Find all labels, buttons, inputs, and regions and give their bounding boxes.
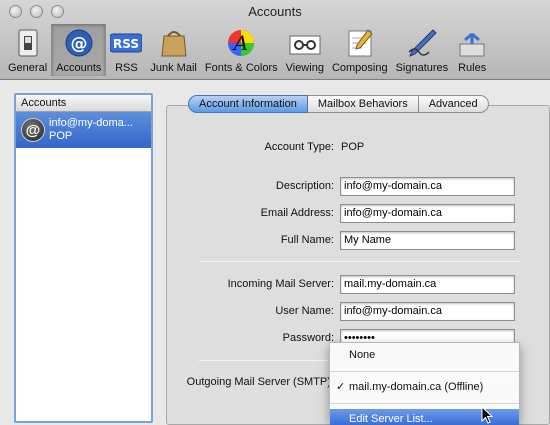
password-label: Password:: [282, 332, 334, 344]
toolbar-general[interactable]: General: [4, 24, 51, 76]
description-field[interactable]: info@my-domain.ca: [340, 177, 515, 196]
toolbar-junk-mail[interactable]: Junk Mail: [146, 24, 200, 76]
rules-icon: [456, 27, 488, 59]
email-address-label: Email Address:: [260, 207, 334, 219]
svg-text:RSS: RSS: [113, 37, 139, 51]
composing-icon: [344, 27, 376, 59]
window-title: Accounts: [248, 4, 302, 19]
at-sign-icon: @: [63, 27, 95, 59]
toolbar-composing[interactable]: Composing: [328, 24, 392, 76]
user-name-label: User Name:: [275, 305, 334, 317]
section-divider: [199, 261, 520, 262]
account-type: POP: [49, 130, 73, 142]
email-address-field[interactable]: info@my-domain.ca: [340, 204, 515, 223]
checkmark-icon: ✓: [336, 381, 346, 393]
preferences-toolbar: General @ Accounts RSS RSS Junk Mail A F…: [4, 24, 492, 78]
toolbar-rules[interactable]: Rules: [452, 24, 492, 76]
accounts-list-header: Accounts: [16, 95, 151, 112]
tab-advanced[interactable]: Advanced: [418, 95, 489, 113]
incoming-server-field[interactable]: mail.my-domain.ca: [340, 275, 515, 294]
at-sign-icon: @: [21, 118, 45, 142]
menu-divider: [330, 371, 519, 372]
fonts-colors-icon: A: [225, 27, 257, 59]
outgoing-server-label: Outgoing Mail Server (SMTP):: [186, 376, 334, 388]
toolbar-viewing[interactable]: Viewing: [282, 24, 328, 76]
accounts-list: Accounts @ info@my-doma... POP: [14, 93, 153, 423]
account-name: info@my-doma...: [49, 117, 133, 129]
signature-pen-icon: [406, 27, 438, 59]
description-label: Description:: [275, 180, 334, 192]
toolbar-rss[interactable]: RSS RSS: [106, 24, 146, 76]
window-titlebar: Accounts General @ Accounts RSS RSS Junk…: [0, 0, 550, 80]
user-name-field[interactable]: info@my-domain.ca: [340, 302, 515, 321]
account-type-value: POP: [341, 141, 365, 153]
toolbar-signatures[interactable]: Signatures: [392, 24, 453, 76]
viewing-icon: [289, 27, 321, 59]
account-type-label: Account Type:: [264, 141, 334, 153]
account-list-item[interactable]: @ info@my-doma... POP: [16, 112, 151, 148]
full-name-field[interactable]: My Name: [340, 231, 515, 250]
menu-item-server[interactable]: ✓ mail.my-domain.ca (Offline): [330, 377, 519, 397]
full-name-label: Full Name:: [280, 234, 334, 246]
toolbar-accounts[interactable]: @ Accounts: [51, 24, 107, 76]
junk-mail-bag-icon: [158, 27, 190, 59]
toolbar-fonts-colors[interactable]: A Fonts & Colors: [201, 24, 282, 76]
mouse-pointer-icon: [481, 405, 494, 425]
general-switch-icon: [12, 27, 44, 59]
svg-text:A: A: [232, 31, 248, 55]
tab-account-information[interactable]: Account Information: [188, 95, 308, 113]
account-tabs: Account Information Mailbox Behaviors Ad…: [188, 95, 489, 113]
menu-divider: [330, 403, 519, 404]
incoming-server-label: Incoming Mail Server:: [227, 278, 334, 290]
tab-mailbox-behaviors[interactable]: Mailbox Behaviors: [307, 95, 419, 113]
rss-icon: RSS: [110, 27, 143, 59]
menu-item-none[interactable]: None: [330, 345, 519, 365]
svg-text:@: @: [70, 34, 87, 54]
